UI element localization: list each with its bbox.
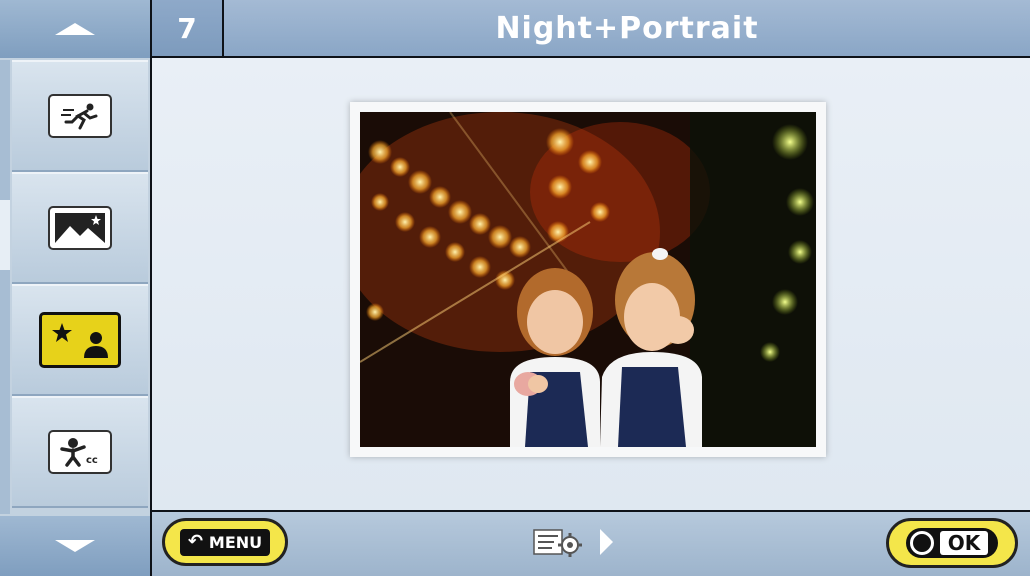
- ok-badge: OK: [905, 528, 999, 558]
- ok-label: OK: [939, 531, 989, 555]
- children-icon: cc: [48, 430, 112, 474]
- mode-title: Night+Portrait: [224, 0, 1030, 56]
- sports-runner-icon: [48, 94, 112, 138]
- bottom-bar: ↶ MENU OK: [152, 512, 1030, 576]
- sample-photo: [360, 112, 816, 447]
- menu-back-button[interactable]: ↶ MENU: [162, 518, 288, 566]
- scene-mode-sidebar: cc: [0, 0, 150, 576]
- night-landscape-icon: [48, 206, 112, 250]
- sample-photo-frame: [350, 102, 826, 457]
- night-portrait-icon: [39, 312, 121, 368]
- scroll-up-button[interactable]: [0, 0, 150, 58]
- circle-button-icon: [909, 531, 934, 555]
- triangle-right-icon: [598, 527, 614, 561]
- mode-number: 7: [152, 0, 222, 56]
- menu-badge: ↶ MENU: [179, 528, 271, 556]
- sidebar-scrollbar[interactable]: [0, 60, 10, 514]
- menu-label: MENU: [208, 532, 263, 552]
- triangle-down-icon: [55, 540, 95, 552]
- svg-text:cc: cc: [86, 455, 98, 466]
- mode-item-night-landscape[interactable]: [12, 172, 148, 284]
- detail-settings-button[interactable]: [532, 522, 632, 566]
- back-arrow-icon: ↶: [187, 531, 203, 552]
- scroll-down-button[interactable]: [0, 516, 150, 576]
- mode-item-children[interactable]: cc: [12, 396, 148, 508]
- mode-item-sports[interactable]: [12, 60, 148, 172]
- settings-list-gear-icon: [532, 527, 584, 561]
- mode-item-night-portrait[interactable]: [12, 284, 148, 396]
- preview-panel: [152, 58, 1030, 510]
- triangle-up-icon: [55, 23, 95, 35]
- scene-mode-screen: cc 7 Night+Portrait ↶ MENU OK: [0, 0, 1030, 576]
- ok-button[interactable]: OK: [886, 518, 1018, 568]
- scrollbar-thumb[interactable]: [0, 200, 10, 270]
